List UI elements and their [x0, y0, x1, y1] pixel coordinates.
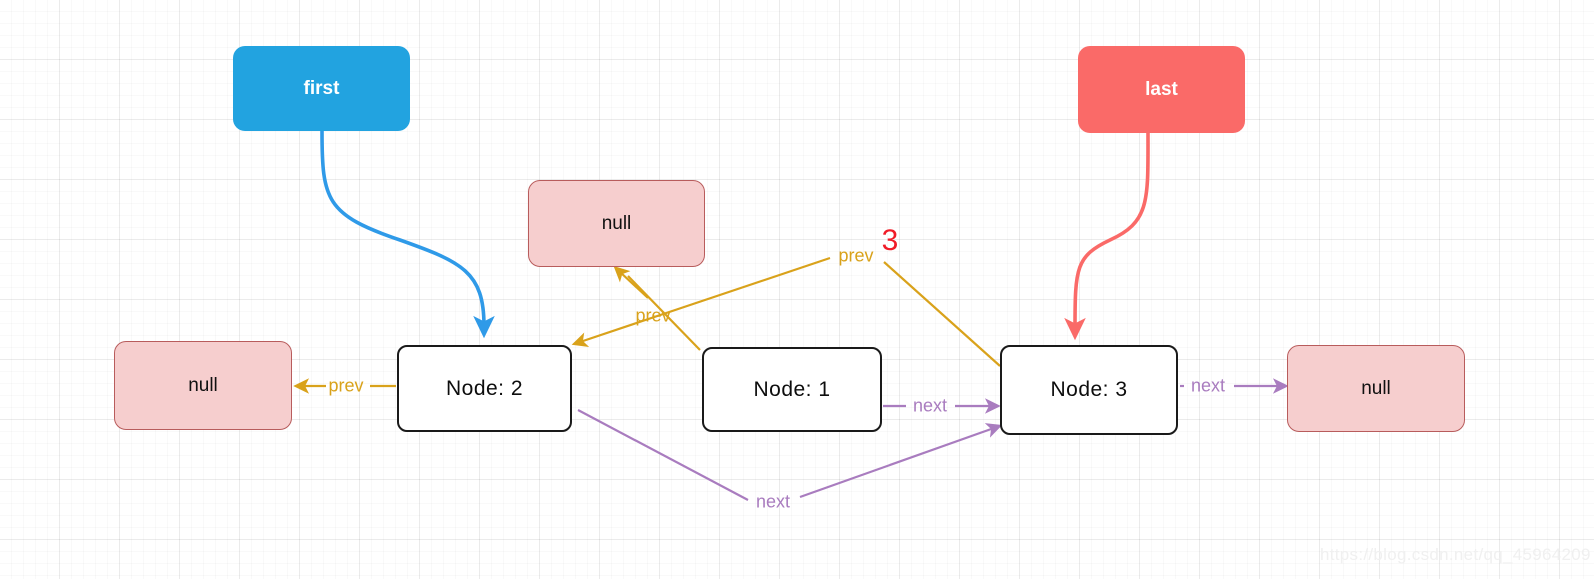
null-box-top-label: null: [601, 212, 632, 234]
edge-label-next-node3-null: next: [1190, 375, 1226, 396]
pointer-box-first-label: first: [303, 77, 340, 99]
null-box-left-label: null: [188, 374, 218, 396]
edge-label-prev-node1-nulltop: prev: [635, 305, 671, 326]
edge-first-to-node2: [320, 129, 495, 339]
node-box-2[interactable]: Node: 2: [397, 345, 572, 432]
watermark: https://blog.csdn.net/qq_45964209: [1320, 545, 1591, 564]
edge-label-next-node2-node3: next: [755, 491, 791, 512]
annotation-step-3: 3: [881, 224, 899, 257]
edge-label-prev-node2-null: prev: [328, 375, 364, 396]
pointer-box-first[interactable]: first: [233, 46, 410, 131]
null-box-right-label: null: [1361, 377, 1391, 399]
pointer-box-last[interactable]: last: [1078, 46, 1245, 133]
node-box-1-label: Node: 1: [753, 377, 831, 401]
pointer-box-last-label: last: [1145, 78, 1178, 100]
node-box-1[interactable]: Node: 1: [702, 347, 882, 432]
edge-label-next-node1-node3: next: [912, 395, 948, 416]
edge-label-prev-node3-node2: prev: [838, 245, 874, 266]
node-box-2-label: Node: 2: [445, 376, 524, 400]
null-box-right[interactable]: null: [1287, 345, 1465, 432]
node-box-3-label: Node: 3: [1050, 378, 1128, 401]
null-box-left[interactable]: null: [114, 341, 292, 430]
edge-last-to-node3: [1064, 131, 1150, 341]
node-box-3[interactable]: Node: 3: [1000, 345, 1178, 435]
diagram-canvas: first last null null Node: 2 Node: 1 Nod…: [0, 0, 1594, 579]
null-box-top[interactable]: null: [528, 180, 705, 267]
